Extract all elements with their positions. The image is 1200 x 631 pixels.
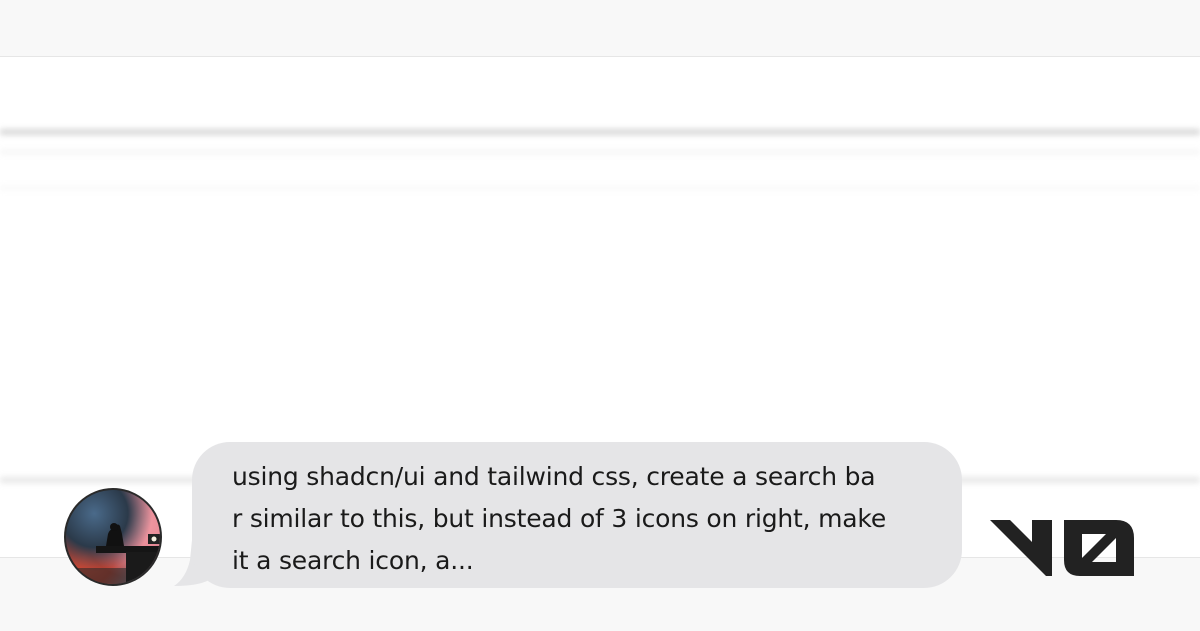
blurred-divider [0,185,1200,191]
v0-logo-icon [990,520,1134,576]
blurred-divider [0,129,1200,135]
message-text: using shadcn/ui and tailwind css, create… [232,462,886,575]
user-avatar [64,488,162,586]
blurred-divider [0,150,1200,154]
top-band [0,0,1200,57]
avatar-silhouette-icon [66,523,160,584]
message-bubble: using shadcn/ui and tailwind css, create… [192,442,962,588]
